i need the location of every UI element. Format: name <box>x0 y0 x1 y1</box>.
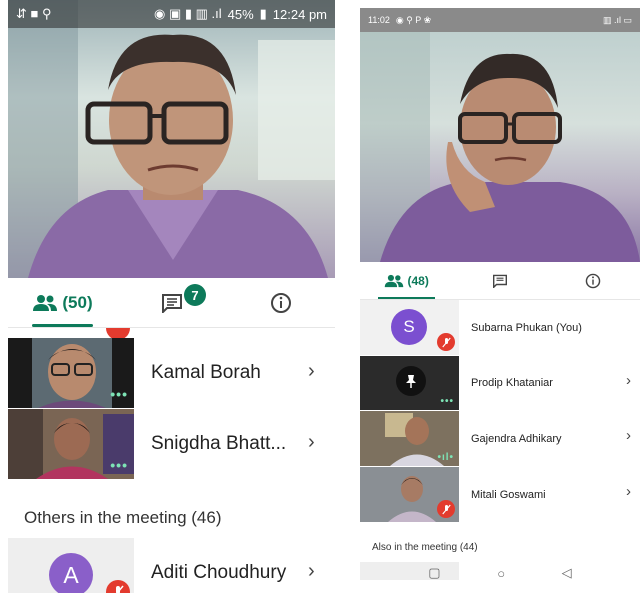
avatar-initial: A <box>63 561 79 588</box>
participant-name: Snigdha Bhatt... <box>151 433 287 454</box>
left-phone-screen: ⇵ ■ ⚲ ◉ ▣ ▮ ▥ .ıl 45% ▮ 12:24 pm (50) 7 … <box>8 0 335 593</box>
android-nav-bar: ▢ ○ ◁ <box>360 565 640 581</box>
participant-row[interactable]: ••• Kamal Borah › <box>8 338 335 408</box>
back-icon[interactable]: ◁ <box>562 565 572 580</box>
home-icon[interactable]: ○ <box>497 566 505 581</box>
status-time: 11:02 <box>368 15 390 25</box>
chevron-right-icon[interactable]: › <box>626 483 631 500</box>
others-section-header: Others in the meeting (46) <box>24 508 222 527</box>
notification-icons: ⇵ ■ ⚲ <box>16 6 52 21</box>
audio-dots-icon: •ıl• <box>437 452 454 463</box>
audio-dots-icon: ••• <box>110 386 128 402</box>
participant-row[interactable]: A Aditi Choudhury › <box>8 538 335 593</box>
people-count: (50) <box>62 292 93 312</box>
participant-name: Subarna Phukan (You) <box>471 321 582 334</box>
people-icon <box>33 294 58 311</box>
main-video[interactable] <box>360 32 640 262</box>
signal-icons: ▥ .ıl ▭ <box>602 14 632 25</box>
tab-people[interactable]: (50) <box>8 278 117 327</box>
info-icon <box>586 273 601 288</box>
chevron-right-icon[interactable]: › <box>626 372 631 389</box>
meeting-tabs: (50) 7 <box>8 278 335 328</box>
participant-video <box>360 467 459 522</box>
chevron-right-icon[interactable]: › <box>626 427 631 444</box>
right-phone-screen: 11:02 ◉ ⚲ P ❀ ▥ .ıl ▭ (48) S Subarna Phu… <box>360 0 640 580</box>
status-time: 12:24 pm <box>272 6 327 22</box>
participant-row[interactable]: ••• Prodip Khataniar › <box>360 356 640 410</box>
tab-info[interactable] <box>547 262 640 299</box>
status-bar: 11:02 ◉ ⚲ P ❀ ▥ .ıl ▭ <box>360 8 640 32</box>
participant-row[interactable]: •ıl• Gajendra Adhikary › <box>360 411 640 466</box>
participant-name: Prodip Khataniar <box>471 377 553 389</box>
participant-video: ••• <box>8 338 134 408</box>
chat-unread-badge: 7 <box>184 284 206 306</box>
chat-icon <box>161 293 182 313</box>
screenshot-root: ⇵ ■ ⚲ ◉ ▣ ▮ ▥ .ıl 45% ▮ 12:24 pm (50) 7 … <box>0 0 640 593</box>
mic-off-icon <box>437 333 455 351</box>
main-video-feed <box>8 0 335 278</box>
tab-chat[interactable] <box>453 262 546 299</box>
avatar: S <box>391 309 427 345</box>
participant-row[interactable]: S Subarna Phukan (You) <box>360 300 640 355</box>
participant-tile: S <box>360 300 459 355</box>
participant-video: •ıl• <box>360 411 459 466</box>
participant-name: Gajendra Adhikary <box>471 432 562 445</box>
pin-icon <box>396 366 426 396</box>
notification-icons: ◉ ⚲ P ❀ <box>395 14 432 25</box>
signal-icons: ◉ ▣ ▮ ▥ .ıl <box>153 6 222 21</box>
meeting-tabs: (48) <box>360 262 640 300</box>
chevron-right-icon[interactable]: › <box>308 560 315 583</box>
recents-icon[interactable]: ▢ <box>428 565 440 580</box>
chat-icon <box>492 274 507 288</box>
avatar: A <box>49 553 93 593</box>
participant-name: Aditi Choudhury <box>151 562 287 583</box>
participant-tile: A <box>8 538 134 593</box>
also-section-header: Also in the meeting (44) <box>372 542 478 553</box>
participant-name: Kamal Borah <box>151 362 261 383</box>
status-bar: ⇵ ■ ⚲ ◉ ▣ ▮ ▥ .ıl 45% ▮ 12:24 pm <box>8 0 335 28</box>
participant-tile: ••• <box>360 356 459 410</box>
main-video[interactable] <box>8 0 335 278</box>
info-icon <box>270 292 291 313</box>
participant-row[interactable]: ••• Snigdha Bhatt... › <box>8 409 335 479</box>
people-count: (48) <box>407 273 429 288</box>
avatar-initial: S <box>403 317 415 336</box>
audio-dots-icon: ••• <box>440 396 454 407</box>
tab-info[interactable] <box>226 278 335 327</box>
tab-chat[interactable]: 7 <box>117 278 226 327</box>
main-video-feed <box>360 32 640 262</box>
audio-dots-icon: ••• <box>110 457 128 473</box>
participant-video: ••• <box>8 409 134 479</box>
tab-people[interactable]: (48) <box>360 262 453 299</box>
chevron-right-icon[interactable]: › <box>308 431 315 454</box>
participant-row[interactable]: Mitali Goswami › <box>360 467 640 522</box>
battery-icon: ▮ <box>259 6 267 21</box>
people-icon <box>385 274 404 287</box>
chevron-right-icon[interactable]: › <box>308 360 315 383</box>
battery-percent: 45% <box>227 6 254 22</box>
participant-name: Mitali Goswami <box>471 488 546 501</box>
mic-off-icon <box>437 500 455 518</box>
mic-off-icon <box>106 580 130 593</box>
